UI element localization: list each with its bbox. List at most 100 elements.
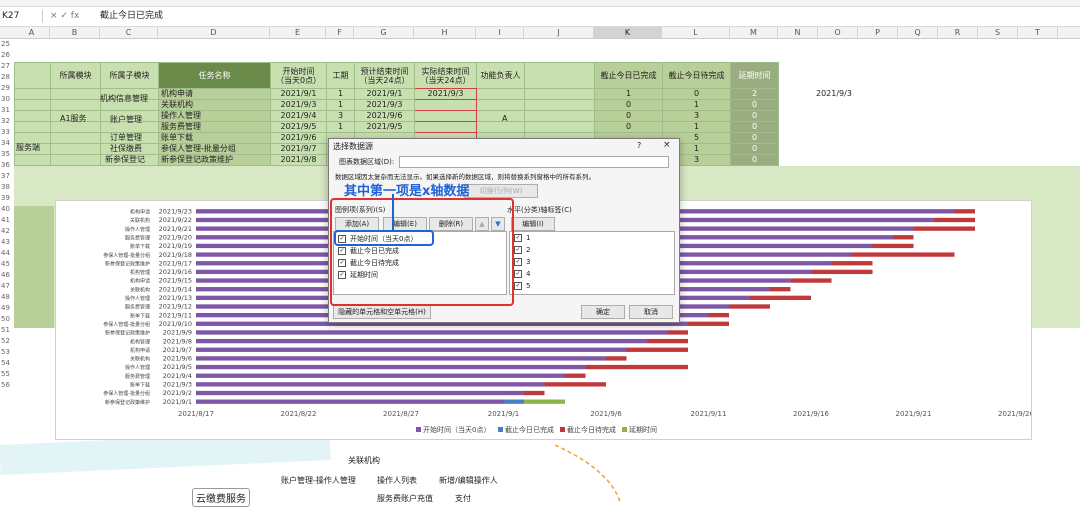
checkbox-icon[interactable]: ✓ xyxy=(514,246,522,254)
row-number[interactable]: 40 xyxy=(0,205,13,213)
table-cell[interactable] xyxy=(414,110,477,122)
table-cell[interactable] xyxy=(14,110,51,122)
table-cell[interactable]: 1 xyxy=(326,121,355,133)
checkbox-icon[interactable]: ✓ xyxy=(514,282,522,290)
row-number[interactable]: 36 xyxy=(0,161,13,169)
table-cell[interactable]: 2021/9/4 xyxy=(270,110,327,122)
row-number[interactable]: 55 xyxy=(0,370,13,378)
column-header-R[interactable]: R xyxy=(938,27,978,38)
column-header-N[interactable]: N xyxy=(778,27,818,38)
table-cell[interactable]: 参保人管理-批量分组 xyxy=(158,143,271,155)
checkbox-icon[interactable]: ✓ xyxy=(514,234,522,242)
table-cell[interactable]: 2021/9/7 xyxy=(270,143,327,155)
table-cell[interactable]: 2021/9/6 xyxy=(270,132,327,144)
column-header-F[interactable]: F xyxy=(326,27,354,38)
table-cell[interactable]: 1 xyxy=(326,99,355,111)
hdr-period[interactable]: 工期 xyxy=(326,62,355,89)
table-cell[interactable]: 2021/9/3 xyxy=(270,99,327,111)
row-number[interactable]: 39 xyxy=(0,194,13,202)
table-cell[interactable]: 2021/9/6 xyxy=(354,110,415,122)
table-cell[interactable]: 服务费管理 xyxy=(158,121,271,133)
axis-item[interactable]: ✓ 2 xyxy=(514,246,530,254)
table-cell[interactable]: 2021/9/5 xyxy=(270,121,327,133)
axis-item[interactable]: ✓ 3 xyxy=(514,258,530,266)
row-number[interactable]: 52 xyxy=(0,337,13,345)
table-cell[interactable] xyxy=(524,88,595,100)
row-number[interactable]: 25 xyxy=(0,40,13,48)
row-number[interactable]: 30 xyxy=(0,95,13,103)
row-number[interactable]: 29 xyxy=(0,84,13,92)
formula-icons[interactable]: × ✓ fx xyxy=(50,10,79,23)
table-cell[interactable]: 0 xyxy=(594,99,663,111)
column-header-D[interactable]: D xyxy=(158,27,270,38)
table-cell[interactable]: 0 xyxy=(662,88,731,100)
table-cell[interactable]: 0 xyxy=(730,110,779,122)
close-icon[interactable]: × xyxy=(663,140,671,150)
table-cell[interactable]: 2021/9/3 xyxy=(414,88,477,100)
table-cell[interactable] xyxy=(476,110,525,122)
column-header-K[interactable]: K xyxy=(594,27,662,38)
table-cell[interactable]: 操作人管理 xyxy=(158,110,271,122)
column-header-E[interactable]: E xyxy=(270,27,326,38)
table-cell[interactable] xyxy=(14,88,51,100)
axis-list[interactable]: ✓ 1 ✓ 2 ✓ 3 ✓ 4 ✓ 5 xyxy=(509,231,675,295)
axis-item[interactable]: ✓ 1 xyxy=(514,234,530,242)
row-number[interactable]: 34 xyxy=(0,139,13,147)
column-header-H[interactable]: H xyxy=(414,27,476,38)
axis-edit-button[interactable]: 编辑(I) xyxy=(511,217,555,231)
table-cell[interactable]: 0 xyxy=(594,110,663,122)
table-cell[interactable]: 1 xyxy=(594,88,663,100)
table-cell[interactable]: 2 xyxy=(730,88,779,100)
row-number[interactable]: 50 xyxy=(0,315,13,323)
table-cell[interactable] xyxy=(50,143,101,155)
row-number[interactable]: 26 xyxy=(0,51,13,59)
table-cell[interactable]: 新参保登记政策维护 xyxy=(158,154,271,166)
table-cell[interactable]: 1 xyxy=(662,99,731,111)
axis-item[interactable]: ✓ 5 xyxy=(514,282,530,290)
table-cell[interactable]: 0 xyxy=(594,121,663,133)
hdr-module[interactable]: 所属模块 xyxy=(50,62,101,89)
row-number[interactable]: 31 xyxy=(0,106,13,114)
row-number[interactable]: 38 xyxy=(0,183,13,191)
hidden-cells-button[interactable]: 隐藏的单元格和空单元格(H) xyxy=(333,305,431,319)
checkbox-icon[interactable]: ✓ xyxy=(514,270,522,278)
hdr-owner[interactable]: 功能负责人 xyxy=(476,62,525,89)
table-cell[interactable]: 0 xyxy=(730,121,779,133)
hdr-done[interactable]: 截止今日已完成 xyxy=(594,62,663,89)
table-cell[interactable]: 0 xyxy=(730,154,779,166)
row-number[interactable]: 41 xyxy=(0,216,13,224)
hdr-actual-end[interactable]: 实际结束时间 （当天24点） xyxy=(414,62,477,89)
table-cell[interactable]: 2021/9/1 xyxy=(270,88,327,100)
column-header-Q[interactable]: Q xyxy=(898,27,938,38)
table-cell[interactable]: 0 xyxy=(730,143,779,155)
table-cell[interactable]: 1 xyxy=(662,121,731,133)
table-cell[interactable]: 2021/9/3 xyxy=(354,99,415,111)
row-number[interactable]: 51 xyxy=(0,326,13,334)
table-cell[interactable] xyxy=(50,99,101,111)
row-number[interactable]: 43 xyxy=(0,238,13,246)
row-number[interactable]: 46 xyxy=(0,271,13,279)
row-number[interactable]: 47 xyxy=(0,282,13,290)
table-cell[interactable] xyxy=(50,88,101,100)
hdr-submodule[interactable]: 所属子模块 xyxy=(100,62,159,89)
column-header-S[interactable]: S xyxy=(978,27,1018,38)
row-number[interactable]: 45 xyxy=(0,260,13,268)
row-number[interactable]: 49 xyxy=(0,304,13,312)
column-header-C[interactable]: C xyxy=(100,27,158,38)
table-cell[interactable]: 0 xyxy=(730,99,779,111)
hdr-plan-end[interactable]: 预计结束时间 （当天24点） xyxy=(354,62,415,89)
help-button[interactable]: ? xyxy=(637,141,641,150)
table-cell[interactable] xyxy=(414,121,477,133)
row-number[interactable]: 28 xyxy=(0,73,13,81)
table-cell[interactable]: 关联机构 xyxy=(158,99,271,111)
column-header-G[interactable]: G xyxy=(354,27,414,38)
table-cell[interactable] xyxy=(14,99,51,111)
cancel-button[interactable]: 取消 xyxy=(629,305,673,319)
column-header-O[interactable]: O xyxy=(818,27,858,38)
column-header-L[interactable]: L xyxy=(662,27,730,38)
axis-item[interactable]: ✓ 4 xyxy=(514,270,530,278)
table-cell[interactable] xyxy=(476,99,525,111)
name-box[interactable]: K27 xyxy=(0,10,43,23)
table-cell[interactable]: 1 xyxy=(326,88,355,100)
table-cell[interactable]: 3 xyxy=(662,110,731,122)
